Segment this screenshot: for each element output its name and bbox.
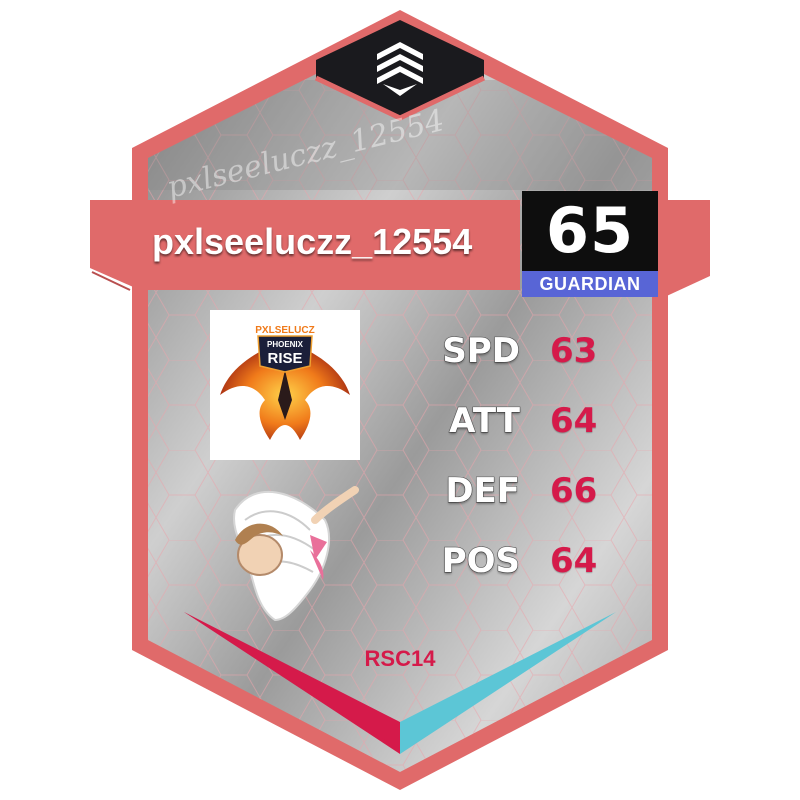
- stat-value: 64: [550, 401, 598, 441]
- card-frame: pxlseeluczz_12554: [90, 10, 710, 790]
- logo-line-1: PXLSELUCZ: [255, 325, 314, 336]
- phoenix-logo-icon: PXLSELUCZ PHOENIX RISE: [220, 325, 350, 440]
- role-badge: GUARDIAN: [522, 271, 658, 297]
- stat-label: SPD: [442, 330, 521, 371]
- overall-rating: 65: [522, 191, 658, 271]
- stat-value: 63: [550, 331, 598, 371]
- team-logo: PXLSELUCZ PHOENIX RISE: [210, 310, 360, 460]
- player-name: pxlseeluczz_12554: [152, 221, 473, 262]
- stat-row-att: ATT 64: [420, 396, 640, 446]
- stat-label: DEF: [445, 470, 521, 511]
- logo-line-2: PHOENIX: [267, 340, 304, 349]
- stat-value: 64: [550, 541, 598, 581]
- stat-row-pos: POS 64: [420, 536, 640, 586]
- stat-row-spd: SPD 63: [420, 326, 640, 376]
- stat-row-def: DEF 66: [420, 466, 640, 516]
- stat-label: POS: [441, 540, 521, 581]
- season-label: RSC14: [364, 646, 436, 671]
- stat-label: ATT: [449, 400, 521, 441]
- stat-value: 66: [550, 471, 598, 511]
- logo-line-3: RISE: [267, 350, 302, 367]
- player-card: pxlseeluczz_12554 pxlseeluczz_12554 65 G…: [0, 0, 800, 800]
